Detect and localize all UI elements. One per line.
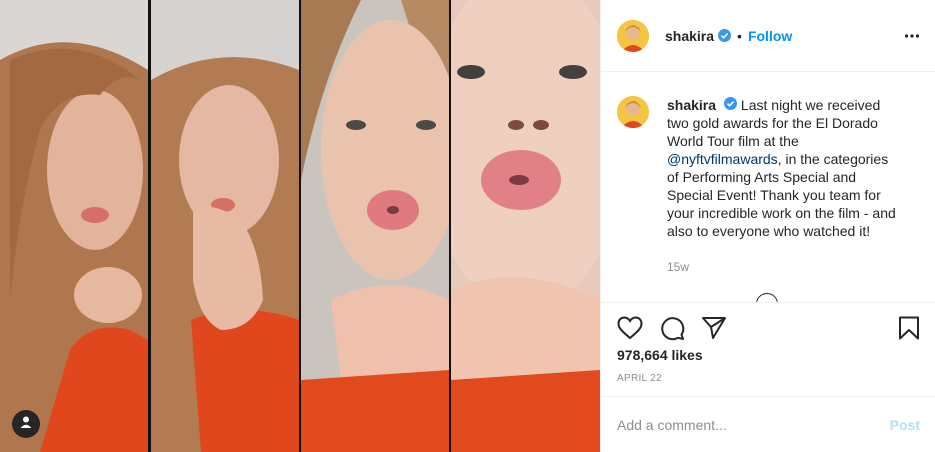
post-comment-button[interactable]: Post — [890, 417, 920, 433]
comment-input[interactable] — [617, 416, 867, 433]
share-icon[interactable] — [701, 316, 727, 340]
caption-text: shakira Last night we received two gold … — [667, 96, 899, 276]
comment-icon[interactable] — [659, 315, 685, 341]
verified-badge-icon — [720, 97, 738, 110]
user-tag-button[interactable] — [12, 410, 40, 438]
caption: shakira Last night we received two gold … — [617, 96, 917, 276]
username-link[interactable]: shakira — [665, 28, 714, 44]
photo-panel-1 — [0, 0, 148, 452]
caption-username[interactable]: shakira — [667, 97, 716, 113]
photo-panel-4 — [451, 0, 600, 452]
post-header: shakira • Follow — [601, 0, 935, 72]
post-sidebar: shakira • Follow shakira Last night we r… — [600, 0, 935, 452]
bookmark-icon[interactable] — [898, 316, 920, 345]
photo-panel-2 — [151, 0, 299, 452]
user-tag-icon — [19, 415, 33, 434]
separator-dot: • — [737, 27, 742, 44]
follow-button[interactable]: Follow — [748, 28, 792, 44]
comment-box: Post — [601, 396, 935, 452]
mention-link[interactable]: @nyftvfilmawards — [667, 151, 778, 167]
more-options-icon[interactable] — [904, 28, 920, 49]
post-photo[interactable] — [0, 0, 600, 452]
caption-avatar[interactable] — [617, 96, 649, 128]
post-date[interactable]: APRIL 22 — [617, 373, 662, 384]
likes-count[interactable]: 978,664 likes — [617, 347, 703, 363]
avatar[interactable] — [617, 19, 649, 52]
action-bar — [601, 302, 935, 352]
verified-badge-icon — [718, 29, 732, 42]
heart-icon[interactable] — [617, 315, 643, 340]
photo-panel-3 — [301, 0, 449, 452]
time-ago[interactable]: 15w — [667, 258, 899, 276]
